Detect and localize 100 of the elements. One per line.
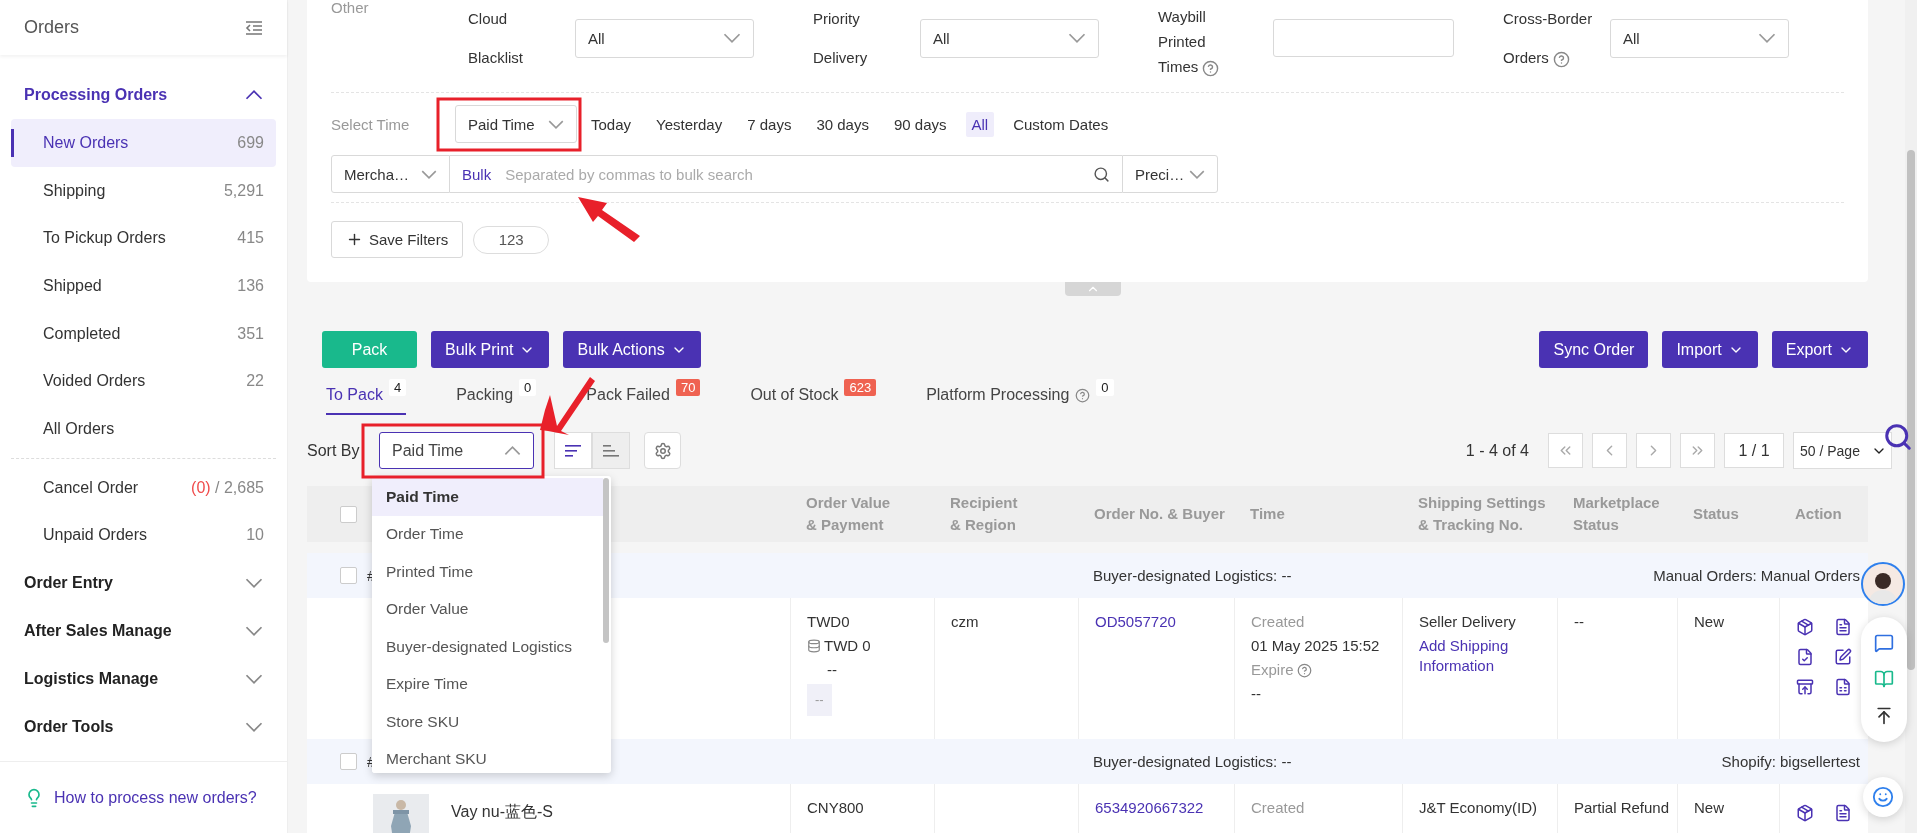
input-field[interactable]	[1273, 19, 1454, 57]
sort-descending-button[interactable]	[554, 432, 592, 469]
document-check-icon[interactable]	[1796, 648, 1814, 666]
order-number-link[interactable]: OD5057720	[1095, 612, 1234, 632]
tab[interactable]: Packing 0	[456, 377, 537, 415]
time-option[interactable]: 30 days	[810, 111, 875, 137]
sort-descending-icon	[564, 443, 582, 458]
nav-item[interactable]: Shipping 5,291	[11, 166, 276, 215]
store-name: Manual Orders: Manual Orders	[1653, 567, 1861, 584]
page-field[interactable]: 1 / 1	[1724, 433, 1784, 468]
order-status: New	[1694, 612, 1725, 632]
section-header[interactable]: Order Tools	[11, 703, 276, 752]
tab[interactable]: Platform Processing 0	[926, 377, 1114, 415]
field-label: Cross-Border Orders	[1503, 9, 1594, 70]
logistics-text: Buyer-designated Logistics: --	[1092, 567, 1293, 584]
select-field[interactable]: All	[1610, 18, 1789, 58]
time-option[interactable]: Today	[585, 111, 638, 137]
chat-icon[interactable]	[1874, 633, 1894, 654]
column-header: Status	[1692, 504, 1740, 524]
menu-option[interactable]: Paid Time	[372, 478, 603, 516]
time-option[interactable]: 90 days	[887, 111, 953, 137]
chevron-down-icon	[421, 169, 437, 179]
assistant-button[interactable]	[1863, 777, 1903, 817]
tab[interactable]: To Pack 4	[326, 377, 407, 415]
spreadsheet-icon[interactable]	[1834, 678, 1852, 696]
plus-icon	[346, 231, 363, 248]
page-range: 1 - 4 of 4	[1465, 441, 1529, 460]
time-option[interactable]: 7 days	[741, 111, 798, 137]
menu-button[interactable]: Import	[1662, 331, 1758, 368]
package-icon[interactable]	[1796, 804, 1814, 822]
sort-label: Sort By	[307, 441, 361, 460]
chevron-down-icon	[245, 626, 263, 637]
edit-icon[interactable]	[1834, 648, 1852, 666]
created-label: Created	[1251, 612, 1306, 632]
document-icon[interactable]	[1834, 618, 1852, 636]
nav-item[interactable]: Shipped 136	[11, 262, 276, 310]
nav-item[interactable]: All Orders	[11, 405, 276, 453]
checkbox[interactable]	[340, 753, 357, 770]
archive-icon[interactable]	[1796, 678, 1814, 696]
section-header[interactable]: Processing Orders	[11, 71, 276, 119]
shipping-method: Seller Delivery	[1419, 612, 1517, 632]
document-icon[interactable]	[1834, 804, 1852, 822]
field-label: Cloud Blacklist	[468, 9, 524, 68]
field-label: Priority Delivery	[813, 9, 869, 68]
nav-item[interactable]: Unpaid Orders 10	[11, 511, 276, 560]
help-icon	[1296, 662, 1312, 678]
settings-icon	[653, 441, 672, 460]
column-header: Order No. & Buyer	[1093, 504, 1226, 524]
time-option[interactable]: All	[965, 111, 995, 137]
menu-button[interactable]: Bulk Print	[431, 331, 550, 368]
save-filters-button[interactable]: Save Filters	[331, 221, 464, 258]
menu-button[interactable]: Export	[1771, 331, 1868, 368]
tab[interactable]: Out of Stock 623	[750, 377, 877, 415]
checkbox[interactable]	[340, 567, 357, 584]
sort-select[interactable]: Paid Time	[379, 432, 534, 469]
time-option[interactable]: Custom Dates	[1007, 111, 1115, 137]
item-count: 351	[237, 324, 264, 342]
time-field-select[interactable]: Paid Time	[455, 105, 577, 143]
nav-item[interactable]: Cancel Order (0) / 2,685	[11, 463, 276, 512]
settings-button[interactable]	[644, 432, 681, 469]
nav-item[interactable]: Completed 351	[11, 309, 276, 358]
pointer-arrow	[578, 197, 640, 242]
order-number-link[interactable]: 6534920667322	[1095, 798, 1234, 818]
menu-button[interactable]: Bulk Actions	[563, 331, 701, 368]
field-label: Waybill Printed Times	[1158, 0, 1265, 79]
match-select[interactable]: Preci…	[1122, 155, 1218, 193]
help-link[interactable]: How to process new orders?	[54, 788, 257, 807]
add-shipping-link[interactable]: Add Shipping Information	[1419, 636, 1557, 676]
book-icon[interactable]	[1874, 669, 1894, 690]
package-icon[interactable]	[1796, 618, 1814, 636]
recipient-name: czm	[951, 612, 980, 632]
section-header[interactable]: Logistics Manage	[11, 655, 276, 704]
nav-item[interactable]: Voided Orders 22	[11, 357, 276, 406]
section-header[interactable]: Order Entry	[11, 559, 276, 608]
chevron-down-icon	[245, 578, 263, 589]
saved-filter-chip[interactable]: 123	[473, 225, 550, 254]
page-size-select[interactable]: 50 / Page	[1793, 432, 1892, 469]
back-to-top-icon[interactable]	[1874, 705, 1894, 726]
select-field[interactable]: All	[575, 18, 754, 58]
count-badge: 0	[1096, 379, 1114, 396]
avatar[interactable]	[1861, 562, 1905, 606]
search-scope-select[interactable]: Mercha…	[331, 155, 450, 193]
item-title: Vay nu-蓝色-S	[451, 802, 553, 822]
chevron-down-icon	[548, 119, 564, 129]
action-button[interactable]: Sync Order	[1539, 331, 1649, 368]
sort-ascending-button[interactable]	[592, 432, 630, 469]
section-header[interactable]: After Sales Manage	[11, 607, 276, 656]
nav-item[interactable]: New Orders 699	[11, 119, 276, 167]
nav-item[interactable]: To Pickup Orders 415	[11, 214, 276, 263]
menu-option[interactable]: Merchant SKU	[372, 740, 603, 773]
search-icon[interactable]	[1883, 422, 1913, 452]
chevron-down-icon	[1189, 169, 1205, 179]
count-badge: 70	[675, 379, 701, 396]
column-header: Order Value & Payment	[805, 493, 892, 535]
collapse-menu-icon[interactable]	[245, 19, 263, 36]
checkbox[interactable]	[340, 506, 357, 524]
select-field[interactable]: All	[920, 18, 1099, 58]
time-option[interactable]: Yesterday	[650, 111, 729, 137]
item-count: 22	[246, 372, 264, 390]
sort-ascending-icon	[602, 443, 620, 458]
